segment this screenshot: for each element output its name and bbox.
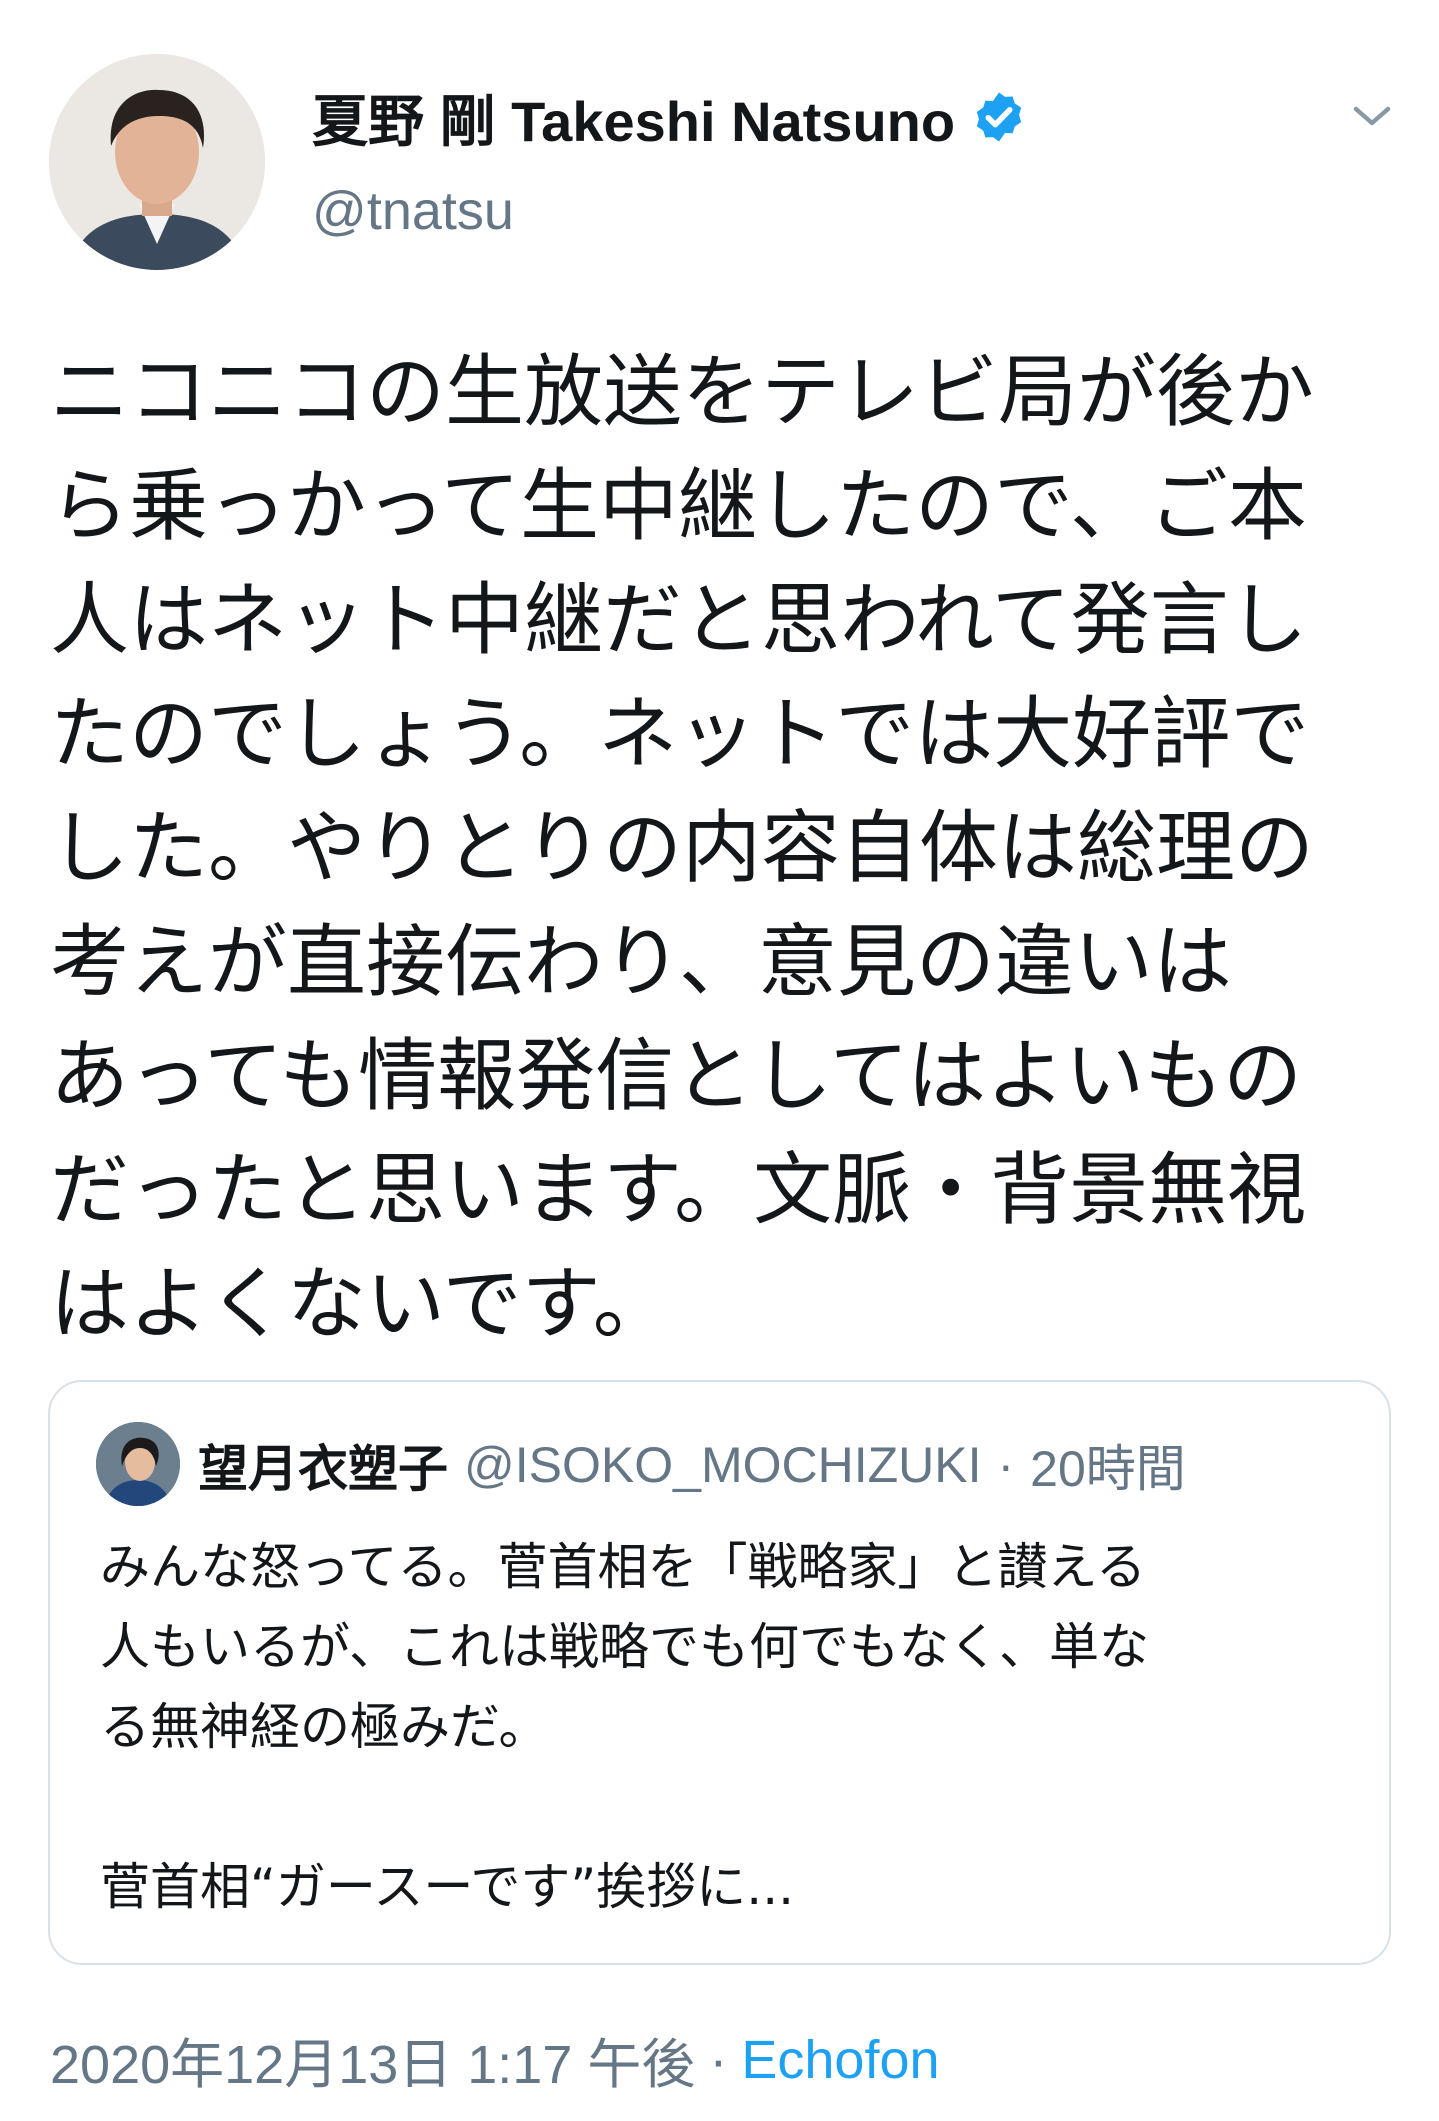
tweet-source-link[interactable]: Echofon	[741, 2029, 939, 2091]
tweet-text: ニコニコの生放送をテレビ局が後か ら乗っかって生中継したので、ご本 人はネット中…	[50, 346, 1314, 1350]
tweet-timestamp[interactable]: 2020年12月13日 1:17 午後	[50, 2020, 695, 2099]
author-name[interactable]: 夏野 剛 Takeshi Natsuno	[312, 77, 955, 158]
footer-separator: ·	[709, 2029, 728, 2090]
author-avatar[interactable]	[49, 54, 265, 270]
quoted-author-handle: @ISOKO_MOCHIZUKI	[464, 1437, 982, 1493]
quoted-author-avatar[interactable]	[96, 1422, 180, 1506]
author-row: 夏野 剛 Takeshi Natsuno	[312, 82, 1027, 153]
quoted-tweet-text: みんな怒ってる。菅首相を「戦略家」と讃える 人もいるが、これは戦略でも何でもなく…	[100, 1538, 1149, 1916]
quoted-tweet-card[interactable]: 望月衣塑子 @ISOKO_MOCHIZUKI · 20時間 みんな怒ってる。菅首…	[48, 1380, 1391, 1965]
quoted-tweet-header: 望月衣塑子 @ISOKO_MOCHIZUKI · 20時間	[198, 1430, 1186, 1500]
meta-separator: ·	[997, 1437, 1015, 1493]
chevron-down-icon[interactable]	[1348, 92, 1396, 140]
quoted-avatar-photo	[96, 1422, 180, 1506]
quoted-tweet-time: 20時間	[1030, 1441, 1186, 1497]
tweet-footer: 2020年12月13日 1:17 午後 · Echofon	[50, 2020, 940, 2099]
author-handle[interactable]: @tnatsu	[312, 180, 514, 242]
avatar-photo	[49, 54, 265, 270]
verified-badge-icon	[976, 92, 1022, 142]
quoted-author-name[interactable]: 望月衣塑子	[198, 1429, 448, 1501]
